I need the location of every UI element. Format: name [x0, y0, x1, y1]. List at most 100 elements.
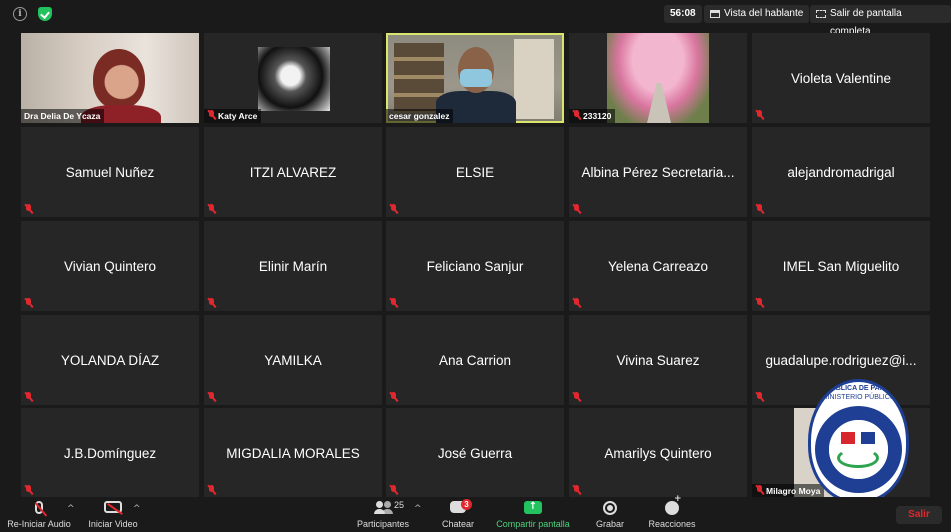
record-icon [603, 501, 617, 515]
participant-tile-violeta[interactable]: Violeta Valentine [752, 33, 930, 123]
reactions-label: Reacciones [648, 519, 696, 529]
participant-tile[interactable]: Albina Pérez Secretaria... [569, 127, 747, 217]
logo-country-text: REPÚBLICA DE PANAMÁ [816, 385, 901, 392]
participant-tile[interactable]: J.B.Domínguez [21, 408, 199, 498]
meeting-timer: 56:08 [664, 5, 702, 23]
participant-tile[interactable]: IMEL San Miguelito [752, 221, 930, 311]
participant-video [93, 49, 145, 109]
view-grid-icon [710, 10, 720, 18]
participant-name: YAMILKA [264, 352, 322, 368]
participant-name: Vivian Quintero [63, 258, 157, 274]
muted-mic-icon [389, 485, 398, 495]
imelcf-logo: REPÚBLICA DE PANAMÁ MINISTERIO PÚBLICO [808, 379, 909, 503]
share-screen-button[interactable]: Compartir pantalla [490, 497, 576, 532]
chat-unread-badge: 3 [461, 499, 472, 510]
participant-name: ITZI ALVAREZ [249, 164, 337, 180]
participant-tile[interactable]: ITZI ALVAREZ [204, 127, 382, 217]
muted-mic-icon [755, 204, 764, 214]
muted-mic-icon [755, 392, 764, 402]
chat-label: Chatear [441, 519, 475, 529]
muted-mic-icon [572, 392, 581, 402]
participant-name: alejandromadrigal [787, 164, 895, 180]
participant-name: Vivina Suarez [616, 352, 700, 368]
participant-tile-233120[interactable]: 233120 [569, 33, 747, 123]
participant-name: Amarilys Quintero [604, 445, 712, 461]
participant-tile[interactable]: Yelena Carreazo [569, 221, 747, 311]
muted-mic-icon [207, 298, 216, 308]
speaker-view-label: Vista del hablante [724, 8, 804, 19]
participants-icon [374, 501, 392, 514]
participant-name: ELSIE [455, 164, 495, 180]
participant-name: Elinir Marín [258, 258, 328, 274]
muted-mic-icon [572, 298, 581, 308]
muted-mic-icon [207, 204, 216, 214]
participant-tile-katy[interactable]: Katy Arce [204, 33, 382, 123]
participant-tile[interactable]: ELSIE [386, 127, 564, 217]
participant-tile[interactable]: YOLANDA DÍAZ [21, 315, 199, 405]
participant-tile[interactable]: Samuel Nuñez [21, 127, 199, 217]
audio-button[interactable]: Re-Iniciar Audio [4, 497, 74, 532]
participant-name: Ana Carrion [438, 352, 512, 368]
muted-mic-icon [572, 204, 581, 214]
participant-count: 25 [394, 500, 405, 510]
muted-mic-icon [389, 298, 398, 308]
muted-mic-icon [24, 485, 33, 495]
muted-mic-icon [389, 204, 398, 214]
participants-options-chevron-icon[interactable]: ^ [414, 505, 422, 514]
participant-profile-photo [258, 47, 330, 111]
video-options-chevron-icon[interactable]: ^ [133, 505, 141, 514]
muted-mic-icon [755, 110, 764, 120]
audio-options-chevron-icon[interactable]: ^ [67, 505, 75, 514]
muted-mic-icon [389, 392, 398, 402]
participant-name: Yelena Carreazo [607, 258, 709, 274]
participant-name: José Guerra [437, 445, 513, 461]
participant-profile-photo [607, 33, 709, 123]
participant-tile[interactable]: Elinir Marín [204, 221, 382, 311]
participant-tile-delia[interactable]: Dra Delia De Ycaza [21, 33, 199, 123]
audio-label: Re-Iniciar Audio [7, 519, 71, 529]
reactions-button[interactable]: Reacciones [644, 494, 700, 532]
participant-name-label: Dra Delia De Ycaza [21, 109, 105, 123]
exit-fullscreen-button[interactable]: Salir de pantalla completa [810, 5, 951, 37]
leave-meeting-button[interactable]: Salir [896, 506, 942, 524]
logo-ministry-text: MINISTERIO PÚBLICO [821, 394, 896, 401]
participant-tile[interactable]: YAMILKA [204, 315, 382, 405]
participant-name-label: cesar gonzalez [386, 109, 454, 123]
participant-tile[interactable]: Vivina Suarez [569, 315, 747, 405]
muted-mic-icon [572, 485, 581, 495]
muted-mic-icon [755, 485, 764, 495]
video-button[interactable]: Iniciar Video [84, 497, 142, 532]
meeting-controls-toolbar: Re-Iniciar Audio ^ Iniciar Video ^ Parti… [0, 494, 951, 532]
participant-tile[interactable]: José Guerra [386, 408, 564, 498]
meeting-top-bar: 56:08 Vista del hablante Salir de pantal… [0, 0, 951, 37]
muted-mic-icon [207, 392, 216, 402]
exit-fullscreen-icon [816, 10, 826, 18]
participant-tile[interactable]: Feliciano Sanjur [386, 221, 564, 311]
muted-mic-icon [755, 298, 764, 308]
participant-name: J.B.Domínguez [63, 445, 157, 461]
muted-mic-icon [24, 204, 33, 214]
speaker-view-button[interactable]: Vista del hablante [704, 5, 810, 23]
participant-tile-cesar-active-speaker[interactable]: cesar gonzalez [386, 33, 564, 123]
participant-tile[interactable]: Ana Carrion [386, 315, 564, 405]
participant-name: IMEL San Miguelito [782, 258, 900, 274]
participant-tile[interactable]: MIGDALIA MORALES [204, 408, 382, 498]
participant-name: Feliciano Sanjur [426, 258, 524, 274]
chat-button[interactable]: Chatear [436, 497, 480, 532]
participants-label: Participantes [356, 519, 410, 529]
encryption-shield-icon[interactable] [38, 7, 52, 21]
share-screen-label: Compartir pantalla [496, 519, 570, 529]
muted-mic-icon [207, 110, 216, 120]
record-button[interactable]: Grabar [590, 497, 630, 532]
participant-tile[interactable]: Vivian Quintero [21, 221, 199, 311]
participant-tile[interactable]: Amarilys Quintero [569, 408, 747, 498]
info-icon[interactable] [13, 7, 27, 21]
participant-name: MIGDALIA MORALES [226, 445, 360, 461]
participant-name: YOLANDA DÍAZ [60, 352, 160, 368]
muted-mic-icon [572, 110, 581, 120]
camera-off-icon [104, 501, 123, 515]
participant-tile[interactable]: alejandromadrigal [752, 127, 930, 217]
microphone-muted-icon [34, 501, 48, 517]
participant-name: Violeta Valentine [790, 70, 892, 86]
participants-button[interactable]: Participantes [352, 497, 414, 532]
